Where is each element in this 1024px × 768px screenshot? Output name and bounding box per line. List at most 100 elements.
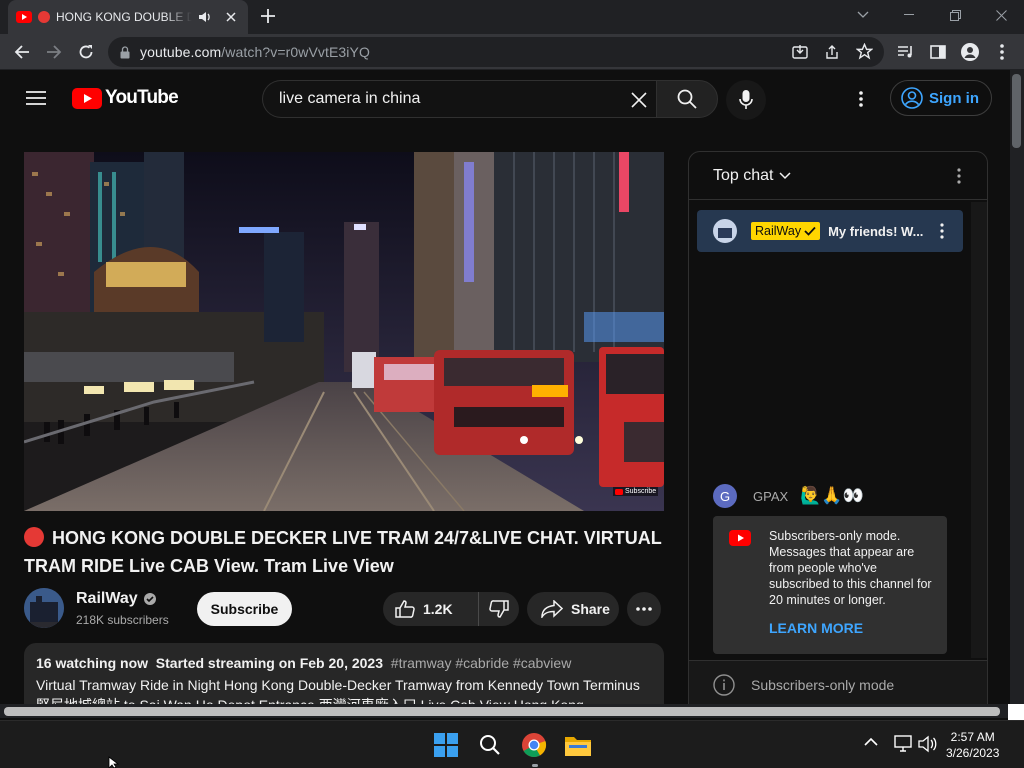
video-player[interactable]: Subscribe xyxy=(24,152,664,511)
info-icon[interactable] xyxy=(713,673,735,696)
tray-chevron-icon[interactable] xyxy=(864,737,878,747)
checkmark-icon xyxy=(804,226,816,236)
pinned-message[interactable]: RailWay My friends! W... xyxy=(697,210,963,252)
page-vertical-scrollbar[interactable] xyxy=(1010,70,1024,704)
back-icon[interactable] xyxy=(10,40,34,64)
clear-search-icon[interactable] xyxy=(631,92,647,108)
network-icon[interactable] xyxy=(894,735,914,753)
address-bar[interactable]: youtube.com/watch?v=r0wVvtE3iYQ xyxy=(108,37,884,67)
message-text: 🙋‍♂️🙏👀 xyxy=(800,486,864,505)
volume-icon[interactable] xyxy=(918,735,938,753)
page-vertical-scroll-thumb[interactable] xyxy=(1012,74,1021,148)
pinned-author-name: RailWay xyxy=(755,224,802,238)
sign-in-label: Sign in xyxy=(929,89,979,107)
browser-toolbar: youtube.com/watch?v=r0wVvtE3iYQ xyxy=(0,34,1024,70)
share-arrow-icon xyxy=(541,600,563,618)
browser-tab[interactable]: HONG KONG DOUBLE D xyxy=(8,0,248,34)
reload-icon[interactable] xyxy=(74,40,98,64)
youtube-watermark-icon xyxy=(615,488,623,495)
search-icon[interactable] xyxy=(472,729,508,761)
more-actions-button[interactable] xyxy=(627,592,661,626)
description-box[interactable]: 16 watching now Started streaming on Feb… xyxy=(24,643,664,705)
chat-header: Top chat xyxy=(689,152,987,200)
share-label: Share xyxy=(571,601,610,617)
description-text: Virtual Tramway Ride in Night Hong Kong … xyxy=(36,677,640,705)
speaker-icon[interactable] xyxy=(198,11,212,23)
hashtags[interactable]: #tramway #cabride #cabview xyxy=(391,655,572,671)
browser-tab-strip: HONG KONG DOUBLE D xyxy=(0,0,1024,34)
lock-icon[interactable] xyxy=(120,45,130,59)
sign-in-button[interactable]: Sign in xyxy=(890,80,992,116)
owner-row: RailWay 218K subscribers Subscribe 1.2K … xyxy=(24,586,664,630)
chat-mode-selector[interactable]: Top chat xyxy=(713,166,792,185)
chat-mode-label: Top chat xyxy=(713,166,774,184)
profile-icon[interactable] xyxy=(958,40,982,64)
folder-icon[interactable] xyxy=(560,729,596,761)
media-icon[interactable] xyxy=(894,40,918,64)
voice-search-button[interactable] xyxy=(726,80,766,120)
forward-icon[interactable] xyxy=(42,40,66,64)
mouse-cursor-icon xyxy=(108,756,120,768)
search-button[interactable] xyxy=(656,80,718,118)
windows-taskbar: 2:57 AM 3/26/2023 xyxy=(0,720,1024,768)
mic-icon xyxy=(739,90,753,110)
video-frame xyxy=(24,152,664,511)
watching-count: 16 watching now xyxy=(36,655,149,671)
youtube-favicon xyxy=(16,11,32,23)
sidepanel-icon[interactable] xyxy=(926,40,950,64)
chat-menu-icon[interactable] xyxy=(957,168,961,184)
star-icon[interactable] xyxy=(856,43,873,60)
search-input[interactable] xyxy=(279,90,619,108)
learn-more-link[interactable]: LEARN MORE xyxy=(769,620,935,636)
tab-search-button[interactable] xyxy=(840,0,886,30)
subscribe-button[interactable]: Subscribe xyxy=(197,592,292,626)
plus-icon xyxy=(260,8,276,24)
youtube-logo[interactable]: YouTube xyxy=(72,87,179,109)
system-clock[interactable]: 2:57 AM 3/26/2023 xyxy=(946,729,999,761)
channel-avatar[interactable] xyxy=(24,588,64,628)
chevron-down-icon xyxy=(779,171,792,180)
url-host: youtube.com xyxy=(140,44,222,60)
owner-badge: RailWay xyxy=(751,222,821,240)
youtube-logo-icon xyxy=(72,87,102,109)
scroll-corner xyxy=(1008,704,1024,720)
search-box[interactable] xyxy=(262,80,656,118)
hamburger-icon[interactable] xyxy=(26,90,46,106)
install-icon[interactable] xyxy=(792,44,808,60)
kebab-icon[interactable] xyxy=(990,40,1014,64)
notice-text: Subscribers-only mode. Messages that app… xyxy=(769,529,932,607)
tab-title: HONG KONG DOUBLE D xyxy=(56,10,192,24)
restore-button[interactable] xyxy=(932,0,978,30)
pinned-message-text: My friends! W... xyxy=(828,223,924,239)
chat-footer-text: Subscribers-only mode xyxy=(751,676,895,693)
share-button[interactable]: Share xyxy=(527,592,619,626)
video-title: HONG KONG DOUBLE DECKER LIVE TRAM 24/7&L… xyxy=(24,524,664,580)
live-indicator-icon xyxy=(24,527,44,547)
like-dislike-group: 1.2K xyxy=(383,592,519,626)
video-subscribe-watermark[interactable]: Subscribe xyxy=(613,487,659,496)
chevron-down-icon xyxy=(857,11,869,19)
more-icon xyxy=(636,607,652,611)
subscribers-only-notice: Subscribers-only mode. Messages that app… xyxy=(713,516,947,654)
page-horizontal-scroll-thumb[interactable] xyxy=(4,707,1000,716)
message-author-name[interactable]: GPAX xyxy=(753,489,788,504)
chrome-active-indicator xyxy=(532,764,538,767)
window-close-button[interactable] xyxy=(978,0,1024,30)
chat-scrollbar[interactable] xyxy=(971,202,987,658)
message-author-avatar[interactable]: G xyxy=(713,484,737,508)
close-icon[interactable] xyxy=(226,12,236,22)
settings-menu-icon[interactable] xyxy=(859,91,863,107)
like-button[interactable]: 1.2K xyxy=(383,592,479,626)
chrome-icon[interactable] xyxy=(516,729,552,761)
minimize-button[interactable] xyxy=(886,0,932,30)
new-tab-button[interactable] xyxy=(260,8,276,24)
pinned-menu-icon[interactable] xyxy=(940,223,944,239)
url-path: /watch?v=r0wVvtE3iYQ xyxy=(221,44,370,60)
thumbs-down-icon xyxy=(489,600,509,618)
windows-icon[interactable] xyxy=(428,729,464,761)
channel-name-text: RailWay xyxy=(76,590,138,607)
youtube-logo-text: YouTube xyxy=(105,87,179,108)
channel-name[interactable]: RailWay xyxy=(76,590,157,608)
dislike-button[interactable] xyxy=(479,600,519,618)
share-icon[interactable] xyxy=(824,44,840,60)
